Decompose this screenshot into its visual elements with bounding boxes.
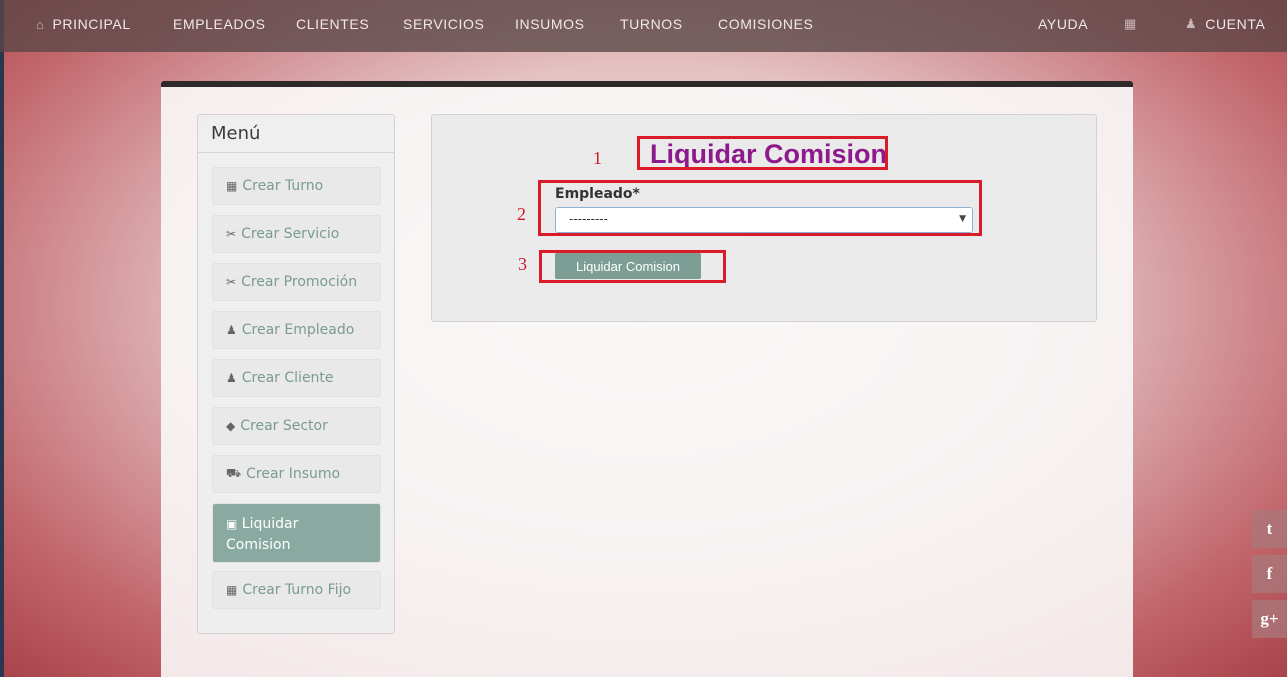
sidebar-item-label: Crear Insumo [246,466,341,482]
sidebar-item-label: Crear Sector [240,418,328,434]
sidebar-item-crear-empleado[interactable]: ♟ Crear Empleado [212,311,381,349]
nav-comisiones-label: COMISIONES [718,16,814,32]
tags-icon: ◆ [226,419,236,433]
sidebar-item-label: Crear Turno Fijo [242,582,352,598]
home-icon: ⌂ [36,16,45,32]
nav-ayuda-label: AYUDA [1038,16,1089,32]
sidebar-item-crear-sector[interactable]: ◆ Crear Sector [212,407,381,445]
nav-ayuda[interactable]: AYUDA [1038,0,1088,48]
sidebar-heading: Menú [198,115,394,153]
window-edge [0,0,4,677]
nav-principal[interactable]: ⌂ PRINCIPAL [36,0,131,48]
sidebar-item-crear-turno-fijo[interactable]: ▦ Crear Turno Fijo [212,571,381,609]
user-icon: ♟ [226,323,237,337]
nav-calendar[interactable]: ▦ [1124,0,1137,48]
nav-cuenta-label: CUENTA [1205,16,1266,32]
annotation-box-title [637,136,888,170]
top-navbar: ⌂ PRINCIPAL EMPLEADOS CLIENTES SERVICIOS… [0,0,1287,52]
nav-servicios[interactable]: SERVICIOS [403,0,484,48]
sidebar-item-label: Crear Cliente [241,370,334,386]
sidebar-item-label: Crear Promoción [241,274,358,290]
annotation-number-2: 2 [517,204,526,224]
sidebar-item-crear-turno[interactable]: ▦ Crear Turno [212,167,381,205]
google-plus-icon[interactable]: g+ [1252,600,1287,638]
sidebar-item-label: Crear Turno [242,178,324,194]
nav-turnos-label: TURNOS [620,16,683,32]
annotation-box-employee [538,180,982,236]
sidebar-menu: Menú ▦ Crear Turno ✂ Crear Servicio ✂ Cr… [197,114,395,634]
nav-turnos[interactable]: TURNOS [620,0,683,48]
nav-servicios-label: SERVICIOS [403,16,485,32]
nav-principal-label: PRINCIPAL [52,16,131,32]
sidebar-item-crear-servicio[interactable]: ✂ Crear Servicio [212,215,381,253]
cart-icon: ⛟ [226,466,242,480]
nav-comisiones[interactable]: COMISIONES [718,0,813,48]
nav-clientes[interactable]: CLIENTES [296,0,369,48]
nav-insumos[interactable]: INSUMOS [515,0,585,48]
twitter-icon[interactable]: t [1252,510,1287,548]
sidebar-item-crear-cliente[interactable]: ♟ Crear Cliente [212,359,381,397]
calendar-icon: ▦ [226,583,238,597]
sidebar-item-liquidar-comision[interactable]: ▣ Liquidar Comision [212,503,381,563]
sidebar-item-label: Liquidar Comision [226,516,299,553]
nav-empleados-label: EMPLEADOS [173,16,266,32]
sidebar-item-crear-insumo[interactable]: ⛟ Crear Insumo [212,455,381,493]
scissors-icon: ✂ [226,275,237,289]
scissors-icon: ✂ [226,227,237,241]
nav-empleados[interactable]: EMPLEADOS [173,0,266,48]
annotation-box-button [539,250,726,283]
annotation-number-3: 3 [518,254,527,274]
nav-clientes-label: CLIENTES [296,16,370,32]
sidebar-item-crear-promocion[interactable]: ✂ Crear Promoción [212,263,381,301]
calendar-icon: ▦ [1124,16,1137,31]
nav-cuenta[interactable]: ♟ CUENTA [1185,0,1265,48]
facebook-icon[interactable]: f [1252,555,1287,593]
calendar-icon: ▦ [226,179,238,193]
user-icon: ♟ [226,371,237,385]
money-icon: ▣ [226,517,238,531]
sidebar-item-label: Crear Servicio [241,226,340,242]
user-icon: ♟ [1185,16,1198,31]
sidebar-item-label: Crear Empleado [241,322,355,338]
annotation-number-1: 1 [593,148,602,168]
nav-insumos-label: INSUMOS [515,16,585,32]
